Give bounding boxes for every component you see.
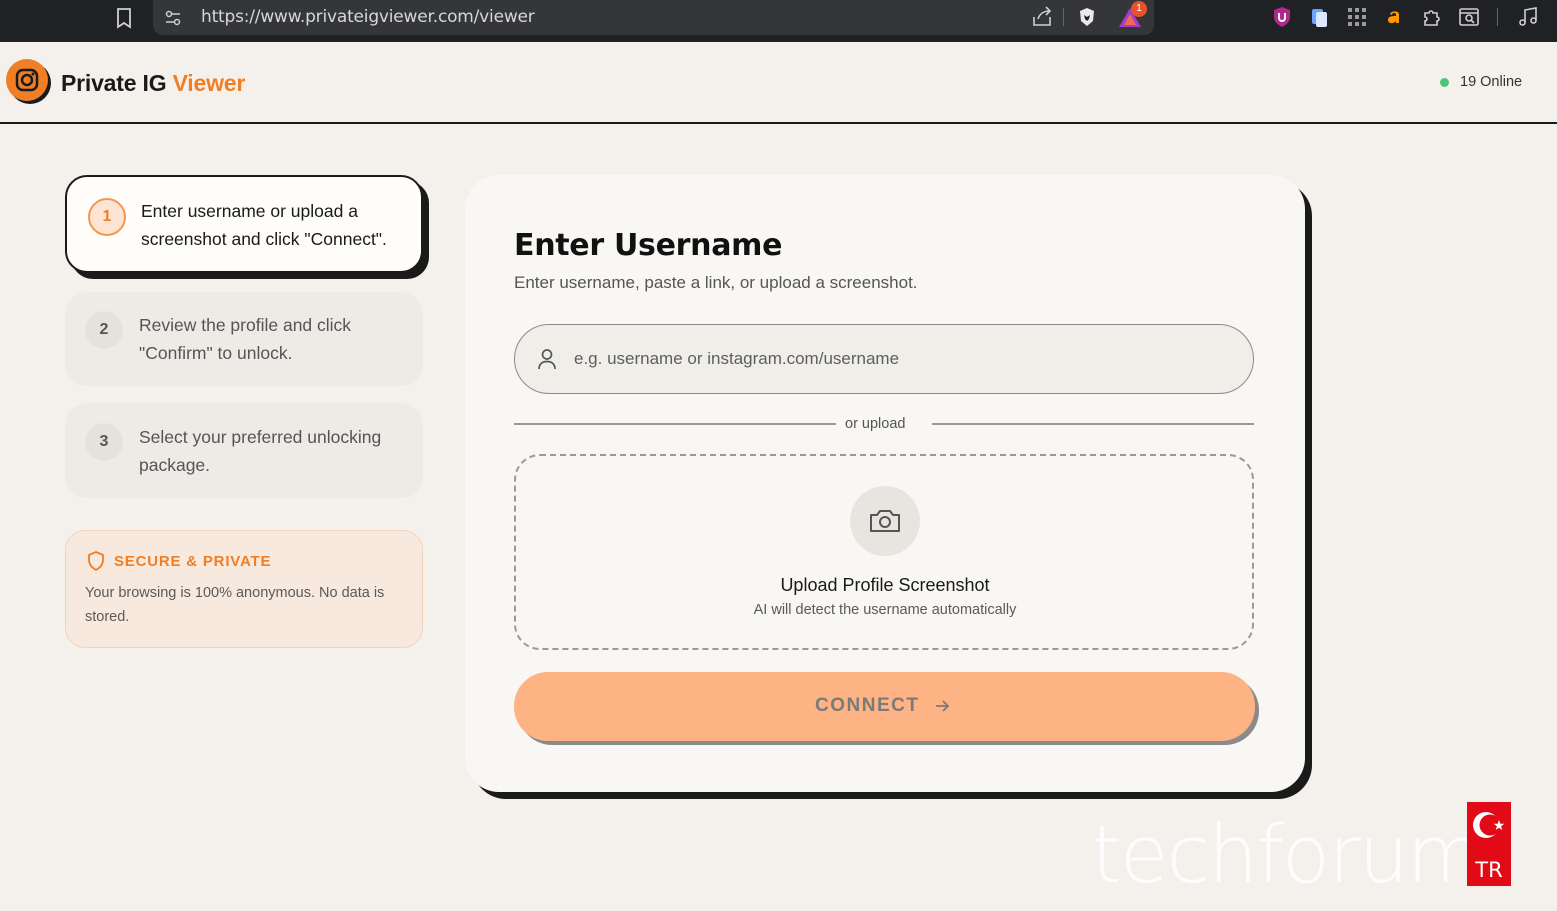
card-subtitle: Enter username, paste a link, or upload … — [514, 273, 918, 292]
step-number: 2 — [85, 311, 123, 349]
step-1: 1 Enter username or upload a screenshot … — [65, 175, 423, 273]
connect-label: CONNECT — [815, 695, 920, 716]
notification-badge: 1 — [1131, 1, 1147, 17]
camera-button[interactable] — [850, 486, 920, 556]
step-text: Select your preferred unlocking package. — [139, 427, 382, 475]
shield-icon — [87, 551, 105, 572]
upload-dropzone[interactable]: Upload Profile Screenshot AI will detect… — [514, 454, 1254, 650]
grid-extension-icon[interactable] — [1345, 5, 1369, 29]
bookmark-icon[interactable] — [112, 6, 136, 30]
amazon-assistant-icon[interactable] — [1383, 5, 1407, 29]
media-music-icon[interactable] — [1516, 5, 1540, 29]
techforum-watermark: techforum — [1091, 809, 1484, 901]
step-text: Enter username or upload a screenshot an… — [141, 201, 387, 249]
ublock-icon[interactable] — [1270, 5, 1294, 29]
online-status-text: 19 Online — [1460, 74, 1523, 90]
secure-title: SECURE & PRIVATE — [114, 553, 272, 570]
step-number: 3 — [85, 423, 123, 461]
divider — [1063, 8, 1064, 26]
browser-toolbar: https://www.privateigviewer.com/viewer 1 — [0, 0, 1557, 42]
site-logo[interactable]: Private IG Viewer — [61, 70, 245, 97]
step-text: Review the profile and click "Confirm" t… — [139, 315, 352, 363]
step-number: 1 — [88, 198, 126, 236]
files-extension-icon[interactable] — [1307, 5, 1331, 29]
logo-primary-text: Private IG — [61, 70, 173, 96]
secure-notice: SECURE & PRIVATE Your browsing is 100% a… — [65, 530, 423, 648]
arrow-right-icon — [934, 698, 950, 714]
flag-label: TR — [1475, 858, 1503, 882]
url-text[interactable]: https://www.privateigviewer.com/viewer — [201, 7, 535, 27]
username-input[interactable] — [574, 325, 1234, 392]
step-3: 3 Select your preferred unlocking packag… — [65, 403, 423, 498]
reader-mode-icon[interactable] — [1457, 5, 1481, 29]
online-status-dot — [1440, 78, 1449, 87]
share-icon[interactable] — [1030, 5, 1054, 29]
extensions-puzzle-icon[interactable] — [1420, 5, 1444, 29]
logo-accent-text: Viewer — [172, 70, 246, 96]
camera-icon — [867, 505, 903, 537]
card-title: Enter Username — [514, 228, 783, 263]
crescent-star-icon — [1470, 807, 1506, 843]
divider — [1497, 8, 1498, 26]
connect-button[interactable]: CONNECT — [514, 672, 1255, 741]
site-header: Private IG Viewer 19 Online — [0, 42, 1557, 124]
divider-text: or upload — [845, 416, 906, 432]
username-field[interactable] — [514, 324, 1254, 394]
user-icon — [537, 348, 557, 370]
upload-title: Upload Profile Screenshot — [780, 575, 990, 595]
instagram-logo-icon[interactable] — [6, 59, 52, 105]
divider-left — [514, 423, 836, 425]
step-2: 2 Review the profile and click "Confirm"… — [65, 292, 423, 386]
secure-description: Your browsing is 100% anonymous. No data… — [85, 585, 385, 625]
upload-description: AI will detect the username automaticall… — [753, 602, 1017, 618]
site-settings-icon[interactable] — [162, 7, 184, 29]
turkey-flag-badge: TR — [1467, 802, 1511, 886]
username-card: Enter Username Enter username, paste a l… — [465, 175, 1305, 792]
brave-shields-icon[interactable] — [1076, 6, 1098, 28]
divider-right — [932, 423, 1254, 425]
